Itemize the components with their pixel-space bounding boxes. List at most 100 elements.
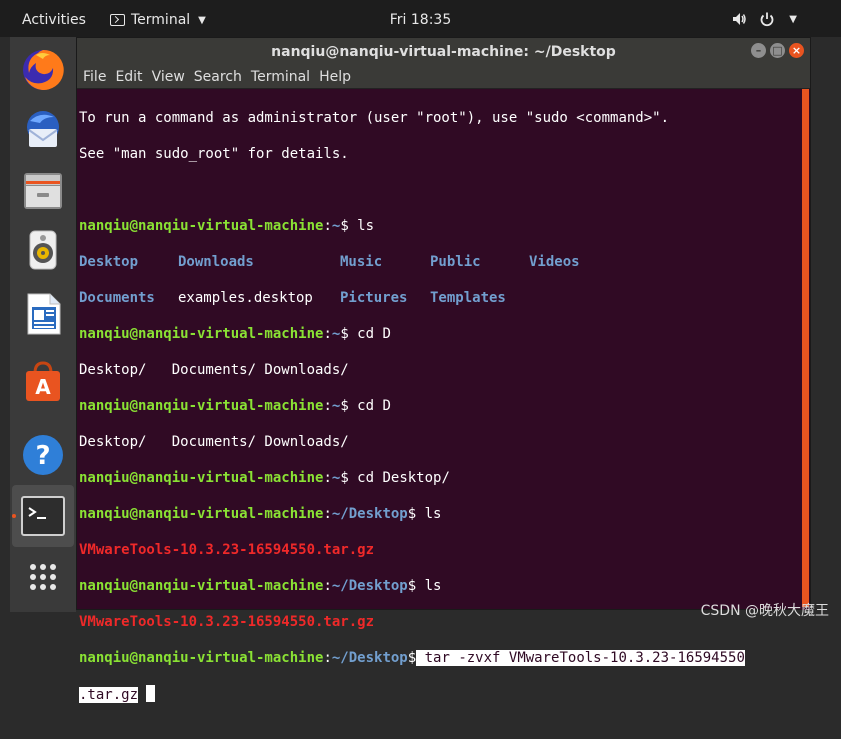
maximize-icon: □ xyxy=(770,43,785,58)
dir-entry: Pictures xyxy=(340,289,430,307)
prompt-path: ~/Desktop xyxy=(332,650,408,666)
prompt-user-host: nanqiu@nanqiu-virtual-machine xyxy=(79,326,323,342)
activities-button[interactable]: Activities xyxy=(22,12,86,28)
completion-output: Desktop/ Documents/ Downloads/ xyxy=(79,361,802,379)
libreoffice-writer-icon xyxy=(20,291,66,337)
prompt-user-host: nanqiu@nanqiu-virtual-machine xyxy=(79,398,323,414)
command-text: ls xyxy=(349,218,374,234)
command-text: cd D xyxy=(349,326,391,342)
watermark: CSDN @晚秋大魔王 xyxy=(701,600,829,620)
show-apps-icon xyxy=(23,557,63,597)
running-indicator xyxy=(12,514,16,518)
files-launcher[interactable] xyxy=(18,165,68,215)
close-button[interactable]: × xyxy=(789,43,804,58)
prompt-user-host: nanqiu@nanqiu-virtual-machine xyxy=(79,218,323,234)
help-launcher[interactable]: ? xyxy=(18,430,68,480)
libreoffice-writer-launcher[interactable] xyxy=(18,289,68,339)
dir-entry: Music xyxy=(340,253,430,271)
dir-entry: Templates xyxy=(430,290,506,306)
rhythmbox-launcher[interactable] xyxy=(18,225,68,275)
dir-entry: Desktop xyxy=(79,253,178,271)
maximize-button[interactable]: □ xyxy=(770,43,785,58)
rhythmbox-icon xyxy=(20,227,66,273)
prompt-path: ~ xyxy=(332,398,340,414)
prompt-path: ~ xyxy=(332,218,340,234)
selected-command-text: tar -zvxf VMwareTools-10.3.23-16594550 xyxy=(416,650,745,666)
prompt-path: ~ xyxy=(332,326,340,342)
terminal-app-icon xyxy=(110,14,125,26)
prompt-path: ~ xyxy=(332,470,340,486)
minimize-button[interactable]: – xyxy=(751,43,766,58)
help-icon: ? xyxy=(20,432,66,478)
firefox-launcher[interactable] xyxy=(18,45,68,95)
completion-output: Desktop/ Documents/ Downloads/ xyxy=(79,433,802,451)
command-text: cd Desktop/ xyxy=(349,470,450,486)
text-cursor xyxy=(146,685,155,702)
terminal-launcher[interactable] xyxy=(12,485,74,547)
menu-search[interactable]: Search xyxy=(194,69,242,85)
app-menu-button[interactable]: Terminal ▼ xyxy=(110,12,206,28)
menu-edit[interactable]: Edit xyxy=(115,69,142,85)
file-entry: examples.desktop xyxy=(178,289,340,307)
software-center-icon: A xyxy=(20,359,66,405)
menu-terminal[interactable]: Terminal xyxy=(251,69,310,85)
command-text: cd D xyxy=(349,398,391,414)
ls-output-row: VMwareTools-10.3.23-16594550.tar.gz xyxy=(79,613,802,631)
prompt-line: nanqiu@nanqiu-virtual-machine:~$ ls xyxy=(79,217,802,235)
ls-output-row: DesktopDownloadsMusicPublicVideos xyxy=(79,253,802,271)
dir-entry: Downloads xyxy=(178,253,340,271)
archive-file-entry: VMwareTools-10.3.23-16594550.tar.gz xyxy=(79,542,374,558)
window-title: nanqiu@nanqiu-virtual-machine: ~/Desktop xyxy=(271,44,616,60)
command-continuation: .tar.gz xyxy=(79,685,802,703)
prompt-user-host: nanqiu@nanqiu-virtual-machine xyxy=(79,578,323,594)
intro-line-2: See "man sudo_root" for details. xyxy=(79,145,802,163)
menu-bar: File Edit View Search Terminal Help xyxy=(77,65,810,89)
prompt-path: ~/Desktop xyxy=(332,506,408,522)
software-center-launcher[interactable]: A xyxy=(18,357,68,407)
prompt-user-host: nanqiu@nanqiu-virtual-machine xyxy=(79,470,323,486)
blank-line xyxy=(79,181,802,199)
selected-command-text: .tar.gz xyxy=(79,687,138,703)
files-icon xyxy=(20,167,66,213)
terminal-window: nanqiu@nanqiu-virtual-machine: ~/Desktop… xyxy=(76,37,811,610)
thunderbird-icon xyxy=(20,107,66,153)
prompt-line: nanqiu@nanqiu-virtual-machine:~/Desktop$… xyxy=(79,505,802,523)
prompt-line: nanqiu@nanqiu-virtual-machine:~$ cd Desk… xyxy=(79,469,802,487)
close-icon: × xyxy=(789,43,804,58)
window-controls: – □ × xyxy=(751,43,804,58)
prompt-line: nanqiu@nanqiu-virtual-machine:~$ cd D xyxy=(79,325,802,343)
dir-entry: Public xyxy=(430,253,529,271)
menu-file[interactable]: File xyxy=(83,69,106,85)
prompt-user-host: nanqiu@nanqiu-virtual-machine xyxy=(79,506,323,522)
svg-text:?: ? xyxy=(35,441,50,471)
prompt-path: ~/Desktop xyxy=(332,578,408,594)
command-text: ls xyxy=(416,578,441,594)
prompt-line: nanqiu@nanqiu-virtual-machine:~/Desktop$… xyxy=(79,577,802,595)
prompt-user-host: nanqiu@nanqiu-virtual-machine xyxy=(79,650,323,666)
command-text: ls xyxy=(416,506,441,522)
scrollbar[interactable] xyxy=(801,89,810,610)
dock: A ? xyxy=(10,37,76,612)
dir-entry: Documents xyxy=(79,289,178,307)
scrollbar-thumb[interactable] xyxy=(802,89,809,607)
terminal-output[interactable]: To run a command as administrator (user … xyxy=(77,89,802,610)
system-tray[interactable]: ▼ xyxy=(731,11,797,27)
chevron-down-icon: ▼ xyxy=(198,15,206,26)
prompt-line: nanqiu@nanqiu-virtual-machine:~$ cd D xyxy=(79,397,802,415)
svg-text:A: A xyxy=(35,375,51,399)
ls-output-row: VMwareTools-10.3.23-16594550.tar.gz xyxy=(79,541,802,559)
intro-line-1: To run a command as administrator (user … xyxy=(79,109,802,127)
chevron-down-icon: ▼ xyxy=(789,14,797,25)
power-icon xyxy=(759,11,775,27)
top-bar: Activities Terminal ▼ Fri 18:35 ▼ xyxy=(0,0,841,37)
window-titlebar[interactable]: nanqiu@nanqiu-virtual-machine: ~/Desktop… xyxy=(77,38,810,65)
terminal-icon xyxy=(20,495,66,537)
ls-output-row: Documentsexamples.desktopPicturesTemplat… xyxy=(79,289,802,307)
thunderbird-launcher[interactable] xyxy=(18,105,68,155)
show-applications-button[interactable] xyxy=(18,552,68,602)
minimize-icon: – xyxy=(751,43,766,58)
menu-view[interactable]: View xyxy=(152,69,185,85)
clock[interactable]: Fri 18:35 xyxy=(390,12,451,28)
menu-help[interactable]: Help xyxy=(319,69,351,85)
archive-file-entry: VMwareTools-10.3.23-16594550.tar.gz xyxy=(79,614,374,630)
